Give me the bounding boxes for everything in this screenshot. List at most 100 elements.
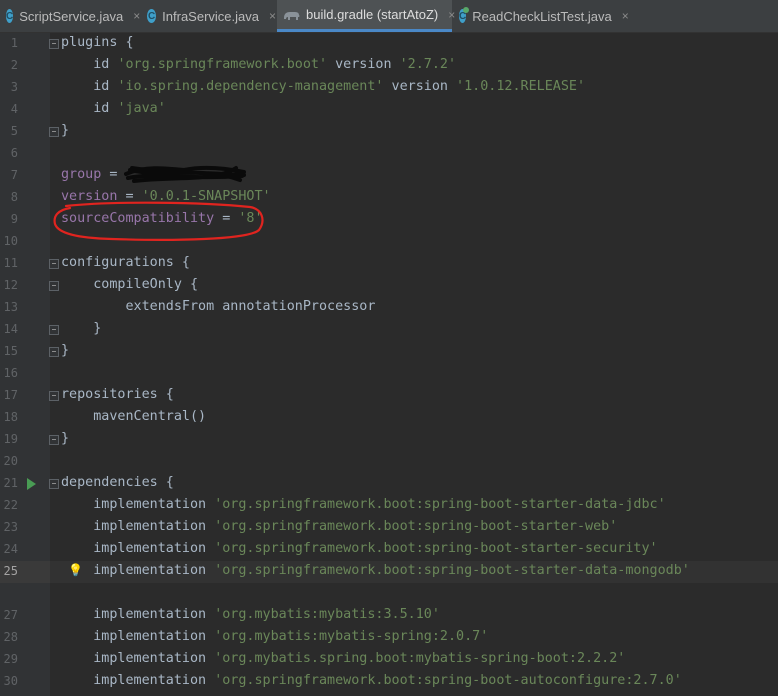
code-line[interactable]: 20: [0, 451, 778, 473]
close-icon[interactable]: ×: [133, 9, 140, 23]
code-line[interactable]: 5}: [0, 121, 778, 143]
line-number: 4: [10, 102, 18, 116]
code-text: implementation 'org.mybatis.spring.boot:…: [61, 651, 625, 666]
code-line[interactable]: 3 id 'io.spring.dependency-management' v…: [0, 77, 778, 99]
code-text: id 'io.spring.dependency-management' ver…: [61, 79, 585, 94]
code-line[interactable]: 29 implementation 'org.mybatis.spring.bo…: [0, 649, 778, 671]
string-literal: 'org.springframework.boot:spring-boot-au…: [214, 673, 682, 688]
code-text: implementation 'org.springframework.boot…: [61, 519, 617, 534]
code-text: configurations {: [61, 255, 190, 270]
code-line[interactable]: 7 group =: [0, 165, 778, 187]
run-gutter-icon[interactable]: [27, 478, 36, 490]
code-text: }: [61, 343, 69, 358]
code-text: extendsFrom annotationProcessor: [61, 299, 375, 314]
code-text: id 'java': [61, 101, 166, 116]
tab-infra-service[interactable]: C InfraService.java ×: [141, 0, 276, 32]
tab-script-service[interactable]: C ScriptService.java ×: [0, 0, 140, 32]
line-number: 3: [10, 80, 18, 94]
code-text: implementation 'org.springframework.boot…: [61, 673, 682, 688]
line-number: 12: [3, 278, 18, 292]
line-number: 23: [3, 520, 18, 534]
code-token: implementation: [61, 541, 215, 556]
code-line[interactable]: 30 implementation 'org.springframework.b…: [0, 671, 778, 693]
fold-marker-icon[interactable]: [49, 347, 59, 357]
code-token: repositories {: [61, 387, 174, 402]
code-text: repositories {: [61, 387, 174, 402]
fold-marker-icon[interactable]: [49, 281, 59, 291]
code-text: implementation 'org.springframework.boot…: [61, 541, 658, 556]
code-token: implementation: [61, 607, 215, 622]
code-line[interactable]: 13 extendsFrom annotationProcessor: [0, 297, 778, 319]
code-text: id 'org.springframework.boot' version '2…: [61, 57, 456, 72]
tab-build-gradle[interactable]: build.gradle (startAtoZ) ×: [277, 0, 455, 32]
line-number: 13: [3, 300, 18, 314]
fold-marker-icon[interactable]: [49, 435, 59, 445]
fold-marker-icon[interactable]: [49, 391, 59, 401]
code-line[interactable]: 21 dependencies {: [0, 473, 778, 495]
tab-read-checklist-test[interactable]: C ReadCheckListTest.java ×: [453, 0, 629, 32]
code-token: }: [61, 123, 70, 138]
line-number: 27: [3, 608, 18, 622]
code-line[interactable]: 22 implementation 'org.springframework.b…: [0, 495, 778, 517]
fold-marker-icon[interactable]: [49, 127, 59, 137]
code-text: dependencies {: [61, 475, 174, 490]
java-class-icon: C: [6, 9, 14, 23]
fold-marker-icon[interactable]: [49, 39, 59, 49]
code-token: id: [61, 101, 118, 116]
tab-label: build.gradle (startAtoZ): [306, 7, 439, 22]
code-token: version: [327, 57, 400, 72]
code-line[interactable]: 25 💡 implementation 'org.springframework.…: [0, 561, 778, 583]
line-number: 30: [3, 674, 18, 688]
code-text: implementation 'org.mybatis:mybatis:3.5.…: [61, 607, 440, 622]
string-literal: 'org.springframework.boot:spring-boot-st…: [214, 497, 666, 512]
code-line[interactable]: 17 repositories {: [0, 385, 778, 407]
line-number: 11: [3, 256, 18, 270]
code-line[interactable]: [0, 583, 778, 605]
gradle-elephant-icon: [283, 8, 301, 22]
string-literal: 'io.spring.dependency-management': [117, 79, 384, 94]
line-number: 17: [3, 388, 18, 402]
line-number: 14: [3, 322, 18, 336]
fold-marker-icon[interactable]: [49, 479, 59, 489]
editor-tab-bar: C ScriptService.java × C InfraService.ja…: [0, 0, 778, 33]
code-token: }: [61, 343, 70, 358]
code-line[interactable]: 28 implementation 'org.mybatis:mybatis-s…: [0, 627, 778, 649]
code-token: extendsFrom annotationProcessor: [61, 299, 376, 314]
code-line[interactable]: 15}: [0, 341, 778, 363]
code-line[interactable]: 2 id 'org.springframework.boot' version …: [0, 55, 778, 77]
string-literal: 'org.springframework.boot:spring-boot-st…: [214, 541, 658, 556]
code-token: compileOnly {: [61, 277, 199, 292]
code-line[interactable]: 23 implementation 'org.springframework.b…: [0, 517, 778, 539]
code-line[interactable]: 18 mavenCentral(): [0, 407, 778, 429]
code-line[interactable]: 19}: [0, 429, 778, 451]
code-text: implementation 'org.mybatis:mybatis-spri…: [61, 629, 488, 644]
string-literal: 'org.springframework.boot:spring-boot-st…: [214, 519, 618, 534]
string-literal: '2.7.2': [399, 57, 457, 72]
fold-marker-icon[interactable]: [49, 325, 59, 335]
fold-marker-icon[interactable]: [49, 259, 59, 269]
tab-label: ScriptService.java: [19, 8, 124, 24]
code-line[interactable]: 6: [0, 143, 778, 165]
line-number: 6: [10, 146, 18, 160]
code-line[interactable]: 1 plugins {: [0, 33, 778, 55]
code-line[interactable]: 11 configurations {: [0, 253, 778, 275]
code-line[interactable]: 24 implementation 'org.springframework.b…: [0, 539, 778, 561]
line-number: 19: [3, 432, 18, 446]
code-line[interactable]: 27 implementation 'org.mybatis:mybatis:3…: [0, 605, 778, 627]
string-literal: 'org.springframework.boot': [117, 57, 328, 72]
highlight-annotation-oval: [53, 201, 264, 241]
redaction-scribble: [124, 165, 246, 183]
code-token: id: [61, 79, 118, 94]
code-token: plugins {: [61, 35, 134, 50]
line-number: 16: [3, 366, 18, 380]
code-line[interactable]: 16: [0, 363, 778, 385]
code-line[interactable]: 4 id 'java': [0, 99, 778, 121]
close-icon[interactable]: ×: [622, 9, 629, 23]
line-number: 9: [10, 212, 18, 226]
line-number: 10: [3, 234, 18, 248]
close-icon[interactable]: ×: [269, 9, 276, 23]
string-literal: 'java': [117, 101, 166, 116]
code-text: compileOnly {: [61, 277, 198, 292]
code-line[interactable]: 14 }: [0, 319, 778, 341]
code-line[interactable]: 12 compileOnly {: [0, 275, 778, 297]
